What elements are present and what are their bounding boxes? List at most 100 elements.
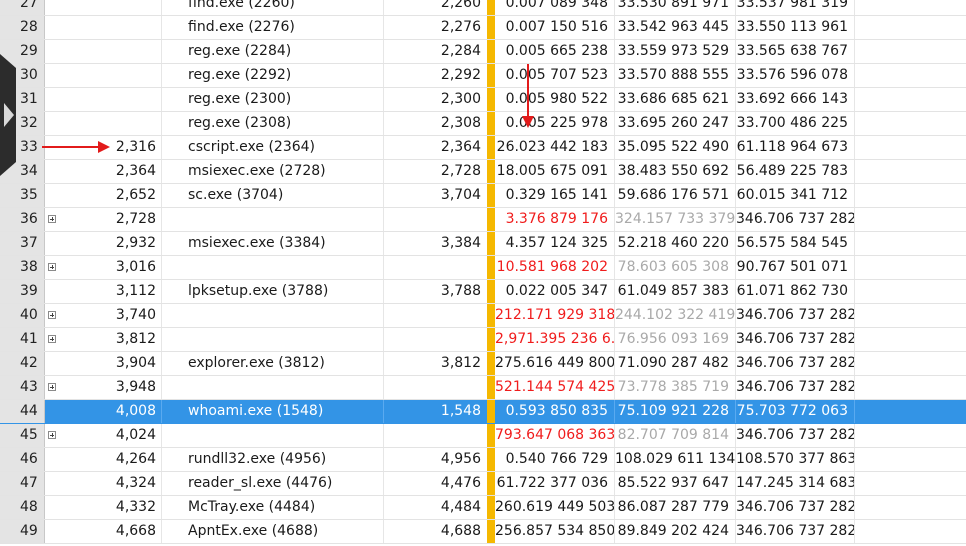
end-time-cell: 61.118 964 673 [736,136,855,159]
end-time-cell: 56.575 584 545 [736,232,855,255]
expander-cell [45,88,59,111]
end-time-cell: 33.700 486 225 [736,112,855,135]
row-number: 36 [0,208,45,231]
table-row[interactable]: 30 reg.exe (2292) 2,292 0.005 707 523 33.570… [0,64,966,88]
table-row[interactable]: 35 2,652 sc.exe (3704) 3,704 0.329 165 141 59… [0,184,966,208]
expand-plus-icon[interactable] [48,311,56,319]
start-time-cell: 35.095 522 490 [615,136,736,159]
row-number: 37 [0,232,45,255]
table-row[interactable]: 46 4,264 rundll32.exe (4956) 4,956 0.540 766… [0,448,966,472]
pid-cell: 4,688 [440,523,481,539]
highlight-bar [487,520,495,543]
start-time-cell: 33.686 685 621 [615,88,736,111]
duration-cell: 4.357 124 325 [495,232,615,255]
highlight-bar [487,448,495,471]
process-name-cell [162,208,384,231]
highlight-bar [487,352,495,375]
expand-plus-icon[interactable] [48,383,56,391]
duration-cell: 0.329 165 141 [495,184,615,207]
highlight-bar [487,0,495,15]
start-time-cell: 86.087 287 779 [615,496,736,519]
duration-cell: 0.005 707 523 [495,64,615,87]
duration-cell: 793.647 068 363 [495,424,615,447]
end-time-cell: 108.570 377 863 [736,448,855,471]
process-name-cell: reader_sl.exe (4476) [162,472,384,495]
table-row[interactable]: 42 3,904 explorer.exe (3812) 3,812 275.616 4… [0,352,966,376]
pid-cell [384,208,487,231]
expander-cell [45,16,59,39]
row-number: 28 [0,16,45,39]
duration-cell: 3.376 879 176 [495,208,615,231]
table-row[interactable]: 49 4,668 ApntEx.exe (4688) 4,688 256.857 534… [0,520,966,544]
table-row[interactable]: 41 3,812 2,971.395 236 6... 76.956 093 169 3… [0,328,966,352]
end-time-cell: 33.692 666 143 [736,88,855,111]
highlight-bar [487,472,495,495]
table-row[interactable]: 40 3,740 212.171 929 318 244.102 322 419 346… [0,304,966,328]
expand-plus-icon[interactable] [48,431,56,439]
expand-plus-icon[interactable] [48,215,56,223]
duration-cell: 275.616 449 800 [495,352,615,375]
table-row[interactable]: 44 4,008 whoami.exe (1548) 1,548 0.593 850 8… [0,400,966,424]
pid-cell: 2,292 [440,67,481,83]
process-name-cell: msiexec.exe (3384) [162,232,384,255]
end-time-cell: 346.706 737 282 [736,328,855,351]
expander-cell [45,208,59,231]
row-number: 35 [0,184,45,207]
table-row[interactable]: 28 find.exe (2276) 2,276 0.007 150 516 33.54… [0,16,966,40]
parent-pid-cell: 3,740 [59,304,162,327]
table-row[interactable]: 27 find.exe (2260) 2,260 0.007 089 348 33.53… [0,0,966,16]
row-number: 31 [0,88,45,111]
expander-cell [45,112,59,135]
table-row[interactable]: 43 3,948 521.144 574 425 73.778 385 719 346.… [0,376,966,400]
expand-plus-icon[interactable] [48,263,56,271]
expander-cell [45,184,59,207]
start-time-cell: 33.570 888 555 [615,64,736,87]
pid-cell [384,376,487,399]
row-number: 44 [0,400,45,423]
table-row[interactable]: 36 2,728 3.376 879 176 324.157 733 379 346.7… [0,208,966,232]
highlight-bar [487,232,495,255]
table-row[interactable]: 47 4,324 reader_sl.exe (4476) 4,476 61.722 3… [0,472,966,496]
pid-cell: 2,308 [440,115,481,131]
parent-pid-cell [59,0,162,15]
table-row[interactable]: 33 2,316 cscript.exe (2364) 2,364 26.023 442… [0,136,966,160]
expander-cell [45,232,59,255]
parent-pid-cell [59,112,162,135]
parent-pid-cell: 4,668 [59,520,162,543]
expander-cell [45,136,59,159]
table-row[interactable]: 32 reg.exe (2308) 2,308 0.005 225 978 33.695… [0,112,966,136]
highlight-bar [487,304,495,327]
table-row[interactable]: 38 3,016 10.581 968 202 78.603 605 308 90.76… [0,256,966,280]
expander-cell [45,0,59,15]
start-time-cell: 82.707 709 814 [615,424,736,447]
table-row[interactable]: 37 2,932 msiexec.exe (3384) 3,384 4.357 124 … [0,232,966,256]
row-number: 38 [0,256,45,279]
parent-pid-cell: 3,112 [59,280,162,303]
table-row[interactable]: 34 2,364 msiexec.exe (2728) 2,728 18.005 675… [0,160,966,184]
expander-cell [45,448,59,471]
row-number: 45 [0,424,45,447]
table-row[interactable]: 39 3,112 lpksetup.exe (3788) 3,788 0.022 005… [0,280,966,304]
pid-cell: 2,276 [440,19,481,35]
parent-pid-cell: 2,364 [59,160,162,183]
duration-cell: 0.007 089 348 [495,0,615,15]
pid-cell [384,328,487,351]
parent-pid-cell: 2,932 [59,232,162,255]
start-time-cell: 71.090 287 482 [615,352,736,375]
parent-pid-cell: 3,812 [59,328,162,351]
highlight-bar [487,400,495,423]
table-row[interactable]: 45 4,024 793.647 068 363 82.707 709 814 346.… [0,424,966,448]
process-name-cell: reg.exe (2300) [162,88,384,111]
highlight-bar [487,112,495,135]
parent-pid-cell: 4,024 [59,424,162,447]
end-time-cell: 33.550 113 961 [736,16,855,39]
expand-plus-icon[interactable] [48,335,56,343]
row-number: 40 [0,304,45,327]
table-row[interactable]: 31 reg.exe (2300) 2,300 0.005 980 522 33.686… [0,88,966,112]
start-time-cell: 78.603 605 308 [615,256,736,279]
start-time-cell: 73.778 385 719 [615,376,736,399]
duration-cell: 26.023 442 183 [495,136,615,159]
pid-cell: 3,812 [440,355,481,371]
table-row[interactable]: 48 4,332 McTray.exe (4484) 4,484 260.619 449… [0,496,966,520]
table-row[interactable]: 29 reg.exe (2284) 2,284 0.005 665 238 33.559… [0,40,966,64]
